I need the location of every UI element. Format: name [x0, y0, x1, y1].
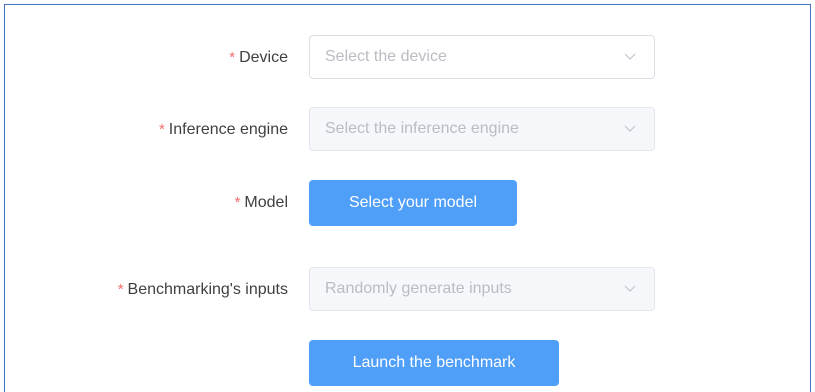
model-row: * Model Select your model: [5, 180, 810, 226]
chevron-down-icon: [624, 125, 636, 132]
benchmark-inputs-value: Randomly generate inputs: [325, 280, 512, 297]
device-label: * Device: [229, 49, 288, 66]
launch-benchmark-button[interactable]: Launch the benchmark: [309, 340, 559, 386]
inference-engine-select[interactable]: Select the inference engine: [309, 107, 655, 151]
model-label: * Model: [234, 194, 288, 211]
device-placeholder: Select the device: [325, 48, 447, 65]
chevron-down-icon: [624, 285, 636, 292]
inference-engine-row: * Inference engine Select the inference e…: [5, 107, 810, 153]
required-mark: *: [234, 194, 241, 211]
required-mark: *: [158, 121, 165, 138]
inference-engine-label: * Inference engine: [158, 121, 288, 138]
inference-engine-placeholder: Select the inference engine: [325, 120, 519, 137]
benchmark-inputs-select[interactable]: Randomly generate inputs: [309, 267, 655, 311]
required-mark: *: [117, 281, 124, 298]
chevron-down-icon: [624, 53, 636, 60]
benchmark-inputs-label: * Benchmarking's inputs: [117, 281, 288, 298]
required-mark: *: [229, 49, 236, 66]
benchmark-inputs-row: * Benchmarking's inputs Randomly generate…: [5, 267, 810, 313]
device-row: * Device Select the device: [5, 35, 810, 81]
device-select[interactable]: Select the device: [309, 35, 655, 79]
select-model-button[interactable]: Select your model: [309, 180, 517, 226]
form-panel: * Device Select the device * Inference eng…: [4, 4, 811, 392]
